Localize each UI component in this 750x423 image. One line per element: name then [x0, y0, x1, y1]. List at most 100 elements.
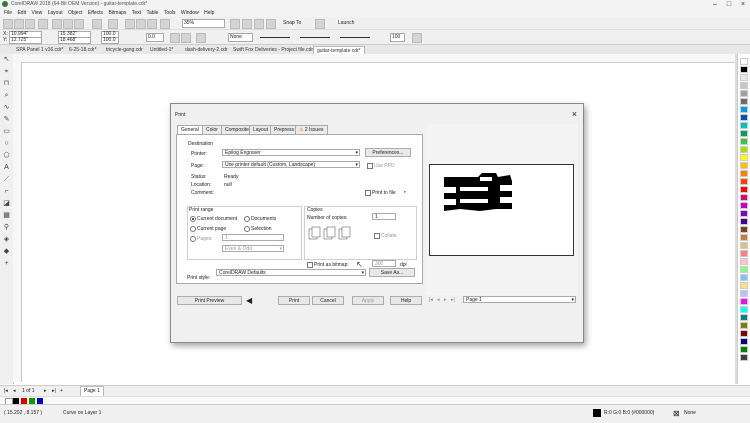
tab-issues[interactable]: ⚠ 2 Issues [295, 125, 328, 134]
cancel-button[interactable]: Cancel [312, 296, 344, 305]
menu-edit[interactable]: Edit [17, 9, 26, 17]
print-preview-button[interactable]: Print Preview [177, 296, 242, 305]
menu-layout[interactable]: Layout [48, 9, 63, 17]
palette-swatch[interactable] [740, 194, 748, 201]
preview-first-page-icon[interactable]: |◂ [429, 297, 433, 303]
parallel-dimension-icon[interactable]: ⟋ [3, 176, 10, 183]
menu-table[interactable]: Table [146, 9, 158, 17]
menu-view[interactable]: View [31, 9, 42, 17]
pages-radio[interactable] [190, 236, 196, 242]
fill-color-swatch[interactable] [593, 409, 601, 417]
palette-swatch[interactable] [740, 162, 748, 169]
current-page-radio[interactable] [190, 226, 196, 232]
add-tool-icon[interactable]: + [3, 260, 10, 267]
palette-swatch[interactable] [740, 186, 748, 193]
even-odd-select[interactable]: Even & Odd ▾ [222, 245, 284, 252]
new-icon[interactable] [3, 19, 13, 29]
open-icon[interactable] [14, 19, 24, 29]
transparency-field[interactable]: 100 [390, 33, 405, 42]
artistic-media-icon[interactable]: ✎ [3, 116, 10, 123]
palette-swatch[interactable] [740, 210, 748, 217]
palette-swatch[interactable] [740, 314, 748, 321]
maximize-icon[interactable]: □ [722, 0, 736, 9]
minimize-icon[interactable]: – [708, 0, 722, 9]
smart-fill-icon[interactable]: ◆ [3, 248, 10, 255]
menu-window[interactable]: Window [181, 9, 199, 17]
palette-swatch[interactable] [740, 58, 748, 65]
palette-swatch[interactable] [740, 202, 748, 209]
palette-swatch[interactable] [740, 154, 748, 161]
preferences-button[interactable]: Preferences... [365, 148, 411, 157]
palette-swatch[interactable] [740, 330, 748, 337]
preview-next-page-icon[interactable]: ▸ [444, 297, 447, 303]
scale-y-field[interactable]: 100.0 [101, 37, 119, 44]
outline-width-field[interactable]: None [228, 33, 253, 42]
palette-swatch[interactable] [740, 282, 748, 289]
transparency-tool-icon[interactable]: ▦ [3, 212, 10, 219]
zoom-tool-icon[interactable]: ⌕ [3, 92, 10, 99]
print-to-file-checkbox[interactable] [365, 190, 371, 196]
doc-tab[interactable]: dash-delivery-2.cdr [182, 46, 231, 54]
palette-swatch[interactable] [740, 250, 748, 257]
full-screen-icon[interactable] [230, 19, 240, 29]
menu-object[interactable]: Object [68, 9, 82, 17]
palette-swatch[interactable] [740, 242, 748, 249]
doc-tab[interactable]: 6-25-18.cdr* [66, 46, 100, 54]
next-page-icon[interactable]: ▸ [44, 387, 47, 395]
rectangle-tool-icon[interactable]: ▭ [3, 128, 10, 135]
ellipse-tool-icon[interactable]: ○ [3, 140, 10, 147]
doc-tab[interactable]: Untitled-1* [147, 46, 176, 54]
to-front-icon[interactable] [412, 33, 422, 43]
doc-tab[interactable]: tricycle-gang.cdr [103, 46, 146, 54]
line-style[interactable] [300, 37, 330, 38]
palette-swatch[interactable] [740, 226, 748, 233]
rulers-icon[interactable] [242, 19, 252, 29]
print-button[interactable]: Print [278, 296, 310, 305]
export-icon[interactable] [147, 19, 157, 29]
print-style-select[interactable]: CorelDRAW Defaults ▾ [216, 269, 366, 276]
palette-swatch[interactable] [740, 114, 748, 121]
preview-last-page-icon[interactable]: ▸| [451, 297, 455, 303]
palette-swatch[interactable] [740, 298, 748, 305]
publish-pdf-icon[interactable] [160, 19, 170, 29]
tab-layout[interactable]: Layout [249, 125, 273, 134]
line-end-style[interactable] [340, 37, 370, 38]
palette-swatch[interactable] [740, 258, 748, 265]
polygon-tool-icon[interactable]: ⬠ [3, 152, 10, 159]
interactive-fill-icon[interactable]: ◈ [3, 236, 10, 243]
menu-effects[interactable]: Effects [88, 9, 103, 17]
collapse-preview-icon[interactable]: ◀ [246, 296, 252, 305]
menu-text[interactable]: Text [132, 9, 141, 17]
freehand-tool-icon[interactable]: ∿ [3, 104, 10, 111]
palette-swatch[interactable] [740, 122, 748, 129]
last-page-icon[interactable]: ▸| [52, 387, 56, 395]
copy-icon[interactable] [63, 19, 73, 29]
copies-stepper[interactable]: 1 [372, 213, 396, 220]
documents-radio[interactable] [244, 216, 250, 222]
mirror-horizontal-icon[interactable] [170, 33, 180, 43]
save-icon[interactable] [25, 19, 35, 29]
dialog-close-icon[interactable]: × [572, 110, 577, 119]
first-page-icon[interactable]: |◂ [4, 387, 8, 395]
height-field[interactable]: 18.468" [58, 37, 91, 44]
palette-swatch[interactable] [740, 346, 748, 353]
pages-field[interactable]: 1 [222, 234, 284, 241]
options-icon[interactable] [315, 19, 325, 29]
palette-swatch[interactable] [740, 266, 748, 273]
palette-swatch[interactable] [740, 218, 748, 225]
palette-swatch[interactable] [740, 66, 748, 73]
tab-prepress[interactable]: Prepress [270, 125, 299, 134]
connector-tool-icon[interactable]: ⌐ [3, 188, 10, 195]
line-start-style[interactable] [260, 37, 290, 38]
palette-swatch[interactable] [740, 98, 748, 105]
node-tool-icon[interactable] [196, 33, 206, 43]
palette-swatch[interactable] [740, 82, 748, 89]
pick-tool-icon[interactable]: ↖ [3, 56, 10, 63]
print-as-bitmap-checkbox[interactable] [307, 262, 313, 268]
paste-icon[interactable] [74, 19, 84, 29]
zoom-level-field[interactable]: 35% [182, 19, 225, 28]
help-button[interactable]: Help [390, 296, 422, 305]
palette-swatch[interactable] [740, 354, 748, 361]
snap-to-dropdown[interactable]: Snap To [283, 20, 301, 27]
doc-tab[interactable]: SPA Panel 1 v16.cdr* [13, 46, 66, 54]
